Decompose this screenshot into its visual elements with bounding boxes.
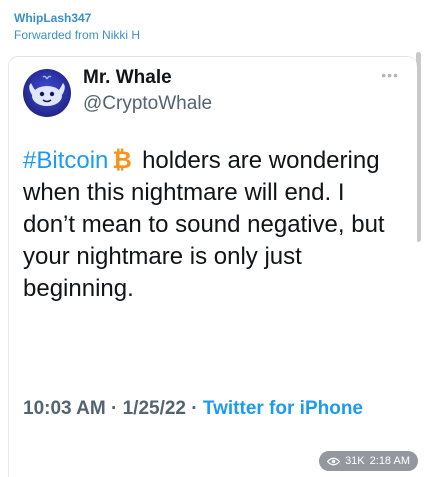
message-stamp: 31K 2:18 AM xyxy=(319,451,418,471)
tweet-time: 10:03 AM xyxy=(23,398,106,419)
svg-text:₿: ₿ xyxy=(113,147,133,171)
tweet-image[interactable]: Mr. Whale @CryptoWhale ••• #Bitcoin ₿ hol… xyxy=(8,56,417,477)
forwarded-from-label[interactable]: Forwarded from Nikki H xyxy=(14,27,140,43)
eye-icon xyxy=(327,457,341,465)
whale-avatar-icon xyxy=(29,75,65,106)
author-handle: @CryptoWhale xyxy=(83,93,213,114)
tweet-meta: 10:03 AM · 1/25/22 · Twitter for iPhone xyxy=(23,395,403,423)
message-time: 2:18 AM xyxy=(369,455,410,467)
sender-name[interactable]: WhipLash347 xyxy=(14,10,140,26)
meta-separator: · xyxy=(191,398,198,419)
more-horizontal-icon: ••• xyxy=(381,67,399,83)
hashtag-bitcoin: #Bitcoin xyxy=(23,147,109,174)
tweet-date: 1/25/22 xyxy=(122,398,187,419)
view-count: 31K xyxy=(345,455,365,467)
tweet-source: Twitter for iPhone xyxy=(202,398,363,419)
message-header: WhipLash347 Forwarded from Nikki H xyxy=(14,10,140,43)
bitcoin-icon: ₿ xyxy=(113,147,133,171)
avatar xyxy=(23,69,71,117)
meta-separator: · xyxy=(111,398,118,419)
tweet-text: #Bitcoin ₿ holders are wondering when thi… xyxy=(23,145,401,305)
message-bubble: WhipLash347 Forwarded from Nikki H Mr. W… xyxy=(0,0,424,477)
author-name: Mr. Whale xyxy=(83,67,172,88)
